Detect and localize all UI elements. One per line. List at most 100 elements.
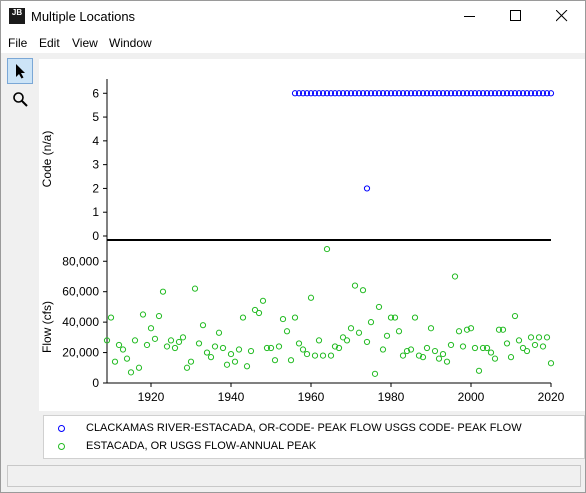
flow-data-point: [431, 347, 439, 355]
menu-file[interactable]: File: [8, 36, 27, 50]
maximize-button[interactable]: [493, 1, 539, 32]
flow-data-point: [439, 350, 447, 358]
flow-data-point: [447, 341, 455, 349]
flow-data-point: [155, 312, 163, 320]
flow-data-point: [271, 357, 279, 364]
flow-data-point: [203, 349, 211, 356]
flow-data-point: [191, 285, 199, 292]
close-button[interactable]: [539, 1, 585, 32]
flow-data-point: [451, 273, 459, 280]
code-y-tick-label: 2: [92, 181, 99, 195]
flow-data-point: [275, 343, 283, 350]
app-icon: JB: [9, 8, 25, 24]
menu-bar: File Edit View Window: [1, 32, 585, 53]
chart-canvas[interactable]: Code (n/a) 0 1 2 3 4 5 6 Flow (cfs) 0 20,000 40,…: [39, 59, 585, 411]
legend-label-flow: ESTACADA, OR USGS FLOW-ANNUAL PEAK: [86, 440, 317, 452]
menu-edit[interactable]: Edit: [39, 36, 60, 50]
x-tick-label: 1980: [378, 390, 405, 404]
flow-data-point: [175, 338, 183, 346]
window-title: Multiple Locations: [31, 9, 136, 24]
flow-data-point: [511, 312, 519, 320]
green-circle-marker-icon: [58, 443, 65, 450]
flow-data-point: [359, 287, 367, 294]
code-y-tick-label: 4: [92, 134, 99, 148]
flow-data-point: [147, 325, 155, 332]
flow-data-point: [159, 288, 167, 295]
flow-y-tick-label: 40,000: [62, 315, 99, 329]
flow-data-point: [243, 363, 251, 370]
menu-view[interactable]: View: [72, 36, 98, 50]
code-y-tick-label: 1: [92, 205, 99, 219]
flow-data-point: [187, 358, 195, 365]
code-y-tick-label: 6: [92, 86, 99, 100]
blue-circle-marker-icon: [58, 425, 65, 432]
code-data-point: [363, 185, 371, 192]
flow-y-tick-label: 60,000: [62, 285, 99, 299]
flow-data-point: [491, 355, 499, 362]
code-y-tick-label: 3: [92, 158, 99, 172]
flow-data-point: [259, 297, 267, 304]
flow-data-point: [295, 340, 303, 347]
legend-label-code: CLACKAMAS RIVER-ESTACADA, OR-CODE- PEAK …: [86, 422, 522, 434]
flow-data-point: [395, 328, 403, 335]
flow-data-point: [239, 314, 247, 321]
x-tick-label: 1940: [218, 390, 245, 404]
flow-data-point: [435, 355, 443, 362]
flow-data-point: [383, 332, 391, 339]
flow-data-point: [107, 314, 115, 321]
pointer-tool-button[interactable]: [7, 58, 33, 84]
code-y-axis-label: Code (n/a): [40, 131, 54, 188]
flow-y-tick-label: 80,000: [62, 254, 99, 268]
flow-data-point: [231, 358, 239, 365]
flow-data-point: [131, 337, 139, 344]
flow-data-point: [399, 352, 407, 359]
flow-data-point: [411, 314, 419, 321]
plot-area[interactable]: Code (n/a) 0 1 2 3 4 5 6 Flow (cfs) 0 20,000 40,…: [39, 59, 585, 411]
flow-data-point: [127, 369, 135, 376]
flow-data-point: [327, 352, 335, 359]
flow-data-point: [443, 358, 451, 365]
flow-data-point: [227, 350, 235, 358]
flow-data-point: [539, 343, 547, 350]
flow-data-point: [515, 337, 523, 344]
flow-data-point: [223, 361, 231, 368]
flow-data-point: [427, 325, 435, 332]
flow-data-point: [283, 328, 291, 335]
menu-window[interactable]: Window: [109, 36, 152, 50]
flow-data-point: [535, 334, 543, 341]
flow-data-point: [207, 354, 215, 361]
flow-data-point: [143, 341, 151, 349]
flow-data-point: [319, 352, 327, 359]
flow-data-point: [303, 350, 311, 358]
flow-data-point: [363, 338, 371, 346]
flow-y-tick-label: 0: [92, 376, 99, 390]
flow-data-point: [315, 337, 323, 344]
flow-data-point: [287, 357, 295, 364]
application-window: JB Multiple Locations File Edit View Win…: [0, 0, 586, 493]
close-icon: [556, 10, 568, 22]
pointer-arrow-icon: [16, 64, 25, 79]
code-panel: Code (n/a) 0 1 2 3 4 5 6: [40, 79, 555, 243]
minimize-button[interactable]: [447, 1, 493, 32]
title-bar[interactable]: JB Multiple Locations: [1, 1, 585, 32]
legend[interactable]: CLACKAMAS RIVER-ESTACADA, OR-CODE- PEAK …: [43, 415, 585, 459]
flow-data-point: [355, 329, 363, 336]
flow-data-point: [163, 343, 171, 350]
flow-data-point: [135, 364, 143, 371]
flow-data-point: [115, 341, 123, 349]
flow-data-point: [455, 328, 463, 335]
flow-y-tick-label: 20,000: [62, 346, 99, 360]
tool-palette: [7, 58, 33, 112]
flow-data-point: [323, 245, 331, 253]
flow-data-point: [471, 344, 479, 352]
code-y-tick-label: 5: [92, 110, 99, 124]
zoom-tool-button[interactable]: [7, 86, 33, 112]
flow-data-point: [487, 349, 495, 356]
flow-data-point: [111, 358, 119, 365]
flow-data-point: [375, 303, 383, 311]
flow-data-point: [279, 315, 287, 323]
flow-data-point: [247, 347, 255, 355]
flow-data-point: [299, 346, 307, 353]
x-tick-label: 2000: [458, 390, 485, 404]
flow-data-point: [179, 334, 187, 341]
